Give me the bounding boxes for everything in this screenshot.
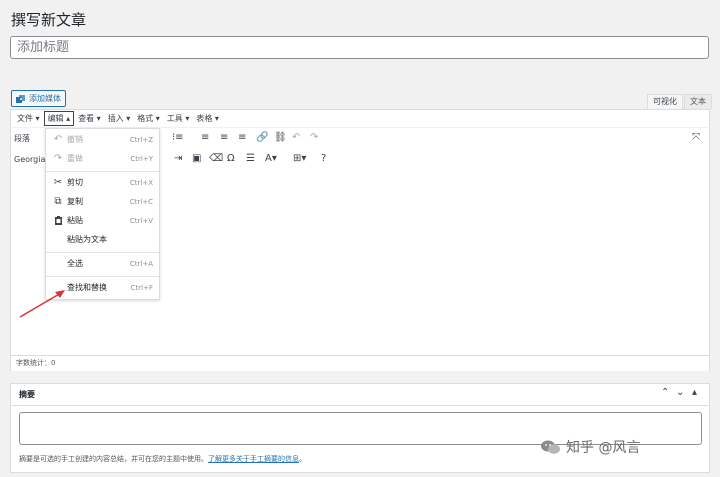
align-left-icon[interactable]: ≡ <box>201 133 209 143</box>
tab-visual[interactable]: 可视化 <box>647 94 683 109</box>
align-right-icon[interactable]: ≡ <box>238 133 246 143</box>
align-center-icon[interactable]: ≡ <box>220 133 228 143</box>
menu-item-paste[interactable]: 粘贴 Ctrl+V <box>46 212 159 230</box>
table-icon[interactable]: ⊞▾ <box>293 154 306 164</box>
scissors-icon: ✂ <box>53 177 63 188</box>
menu-view[interactable]: 查看 ▾ <box>75 112 104 125</box>
move-up-icon[interactable]: ⌃ <box>661 387 669 398</box>
numbered-list-icon[interactable]: ⁝≡ <box>172 133 184 143</box>
menu-table[interactable]: 表格 ▾ <box>193 112 222 125</box>
omega-icon[interactable]: Ω <box>227 154 235 164</box>
move-down-icon[interactable]: ⌄ <box>676 387 684 398</box>
menu-item-select-all[interactable]: 全选 Ctrl+A <box>46 255 159 273</box>
menu-insert[interactable]: 插入 ▾ <box>105 112 134 125</box>
paste-text-icon[interactable]: ▣ <box>192 154 201 164</box>
undo-icon: ↶ <box>53 134 63 145</box>
fullscreen-icon[interactable]: ⤧ <box>692 133 700 143</box>
excerpt-learn-more-link[interactable]: 了解更多关于手工摘要的信息 <box>208 455 299 463</box>
eraser-icon[interactable]: ⌫ <box>209 154 223 164</box>
excerpt-title: 摘要 <box>19 390 35 399</box>
font-family-select[interactable]: Georgia <box>14 155 45 164</box>
add-media-label: 添加媒体 <box>29 94 61 103</box>
watermark-text: 知乎 @风言 <box>566 440 641 456</box>
add-media-button[interactable]: 添加媒体 <box>11 90 66 107</box>
help-icon[interactable]: ? <box>321 154 326 164</box>
annotation-arrow <box>19 290 65 318</box>
tab-text[interactable]: 文本 <box>684 94 712 109</box>
word-count: 字数统计：0 <box>11 355 709 371</box>
text-color-icon[interactable]: A▾ <box>265 154 277 164</box>
menu-item-redo[interactable]: ↷ 重做 Ctrl+Y <box>46 150 159 168</box>
horizontal-line-icon[interactable]: ☰ <box>246 154 255 164</box>
media-icon <box>16 94 26 103</box>
menu-file[interactable]: 文件 ▾ <box>14 112 43 125</box>
edit-menu-dropdown: ↶ 撤销 Ctrl+Z ↷ 重做 Ctrl+Y ✂ 剪切 Ctrl+X ⧉ 复制… <box>45 128 160 300</box>
collapse-icon[interactable]: ▴ <box>692 387 697 398</box>
watermark: 知乎 @风言 <box>540 437 640 457</box>
menu-tools[interactable]: 工具 ▾ <box>164 112 193 125</box>
menu-format[interactable]: 格式 ▾ <box>134 112 163 125</box>
unlink-icon[interactable]: ⛓ <box>274 133 287 143</box>
redo-icon: ↷ <box>53 153 63 164</box>
menu-divider <box>46 276 159 277</box>
menu-item-undo[interactable]: ↶ 撤销 Ctrl+Z <box>46 131 159 149</box>
page-title: 撰写新文章 <box>11 11 87 29</box>
paste-icon <box>52 212 64 233</box>
menu-item-cut[interactable]: ✂ 剪切 Ctrl+X <box>46 174 159 192</box>
link-icon[interactable]: 🔗 <box>256 133 268 143</box>
redo-icon[interactable]: ↷ <box>310 133 318 143</box>
undo-icon[interactable]: ↶ <box>292 133 300 143</box>
post-title-input[interactable]: 添加标题 <box>10 36 709 59</box>
copy-icon: ⧉ <box>54 196 62 207</box>
editor-menubar: 文件 ▾ 编辑 ▴ 查看 ▾ 插入 ▾ 格式 ▾ 工具 ▾ 表格 ▾ <box>11 110 709 128</box>
indent-icon[interactable]: ⇥ <box>174 154 182 164</box>
menu-item-copy[interactable]: ⧉ 复制 Ctrl+C <box>46 193 159 211</box>
menu-edit[interactable]: 编辑 ▴ <box>43 111 75 126</box>
excerpt-help: 摘要是可选的手工创建的内容总结，并可在您的主题中使用。了解更多关于手工摘要的信息… <box>19 455 306 463</box>
wechat-logo-icon <box>540 439 562 455</box>
menu-divider <box>46 171 159 172</box>
menu-item-paste-as-text[interactable]: 粘贴为文本 <box>46 231 159 249</box>
excerpt-panel: 摘要 ⌃ ⌄ ▴ 摘要是可选的手工创建的内容总结，并可在您的主题中使用。了解更多… <box>10 383 710 473</box>
menu-divider <box>46 252 159 253</box>
excerpt-header: 摘要 ⌃ ⌄ ▴ <box>11 384 709 406</box>
paragraph-format-select[interactable]: 段落 <box>14 133 30 144</box>
